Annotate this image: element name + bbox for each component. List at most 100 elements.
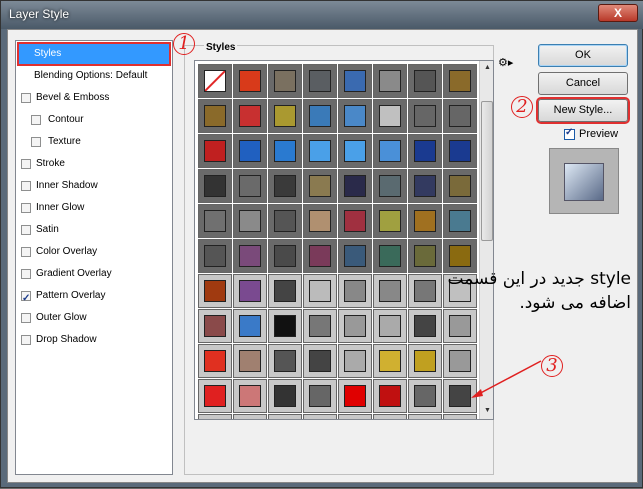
style-swatch[interactable] bbox=[303, 169, 337, 203]
cancel-button[interactable]: Cancel bbox=[538, 72, 628, 95]
preview-checkbox[interactable] bbox=[564, 127, 575, 140]
style-swatch[interactable] bbox=[443, 414, 477, 419]
style-swatch[interactable] bbox=[338, 309, 372, 343]
style-swatch[interactable] bbox=[443, 64, 477, 98]
effect-item-drop-shadow[interactable]: Drop Shadow bbox=[18, 329, 170, 351]
style-swatch[interactable] bbox=[408, 134, 442, 168]
effect-item-blending-options-default[interactable]: Blending Options: Default bbox=[18, 65, 170, 87]
effect-checkbox[interactable] bbox=[21, 159, 31, 169]
scroll-thumb[interactable] bbox=[481, 101, 493, 241]
style-swatch[interactable] bbox=[303, 64, 337, 98]
style-swatch[interactable] bbox=[443, 204, 477, 238]
style-swatch[interactable] bbox=[233, 309, 267, 343]
style-swatch[interactable] bbox=[198, 204, 232, 238]
style-swatch[interactable] bbox=[443, 379, 477, 413]
style-swatch[interactable] bbox=[233, 169, 267, 203]
effect-item-inner-glow[interactable]: Inner Glow bbox=[18, 197, 170, 219]
style-swatch[interactable] bbox=[443, 99, 477, 133]
style-swatch[interactable] bbox=[303, 309, 337, 343]
style-swatch[interactable] bbox=[338, 64, 372, 98]
style-swatch[interactable] bbox=[303, 99, 337, 133]
scroll-down-arrow-icon[interactable]: ▼ bbox=[480, 404, 493, 418]
style-swatch[interactable] bbox=[268, 204, 302, 238]
ok-button[interactable]: OK bbox=[538, 44, 628, 67]
style-swatch[interactable] bbox=[233, 64, 267, 98]
style-swatch[interactable] bbox=[233, 134, 267, 168]
effect-item-inner-shadow[interactable]: Inner Shadow bbox=[18, 175, 170, 197]
style-swatch[interactable] bbox=[373, 274, 407, 308]
style-swatch[interactable] bbox=[268, 309, 302, 343]
effect-item-texture[interactable]: Texture bbox=[18, 131, 170, 153]
effect-checkbox[interactable] bbox=[21, 269, 31, 279]
effect-checkbox[interactable] bbox=[21, 181, 31, 191]
styles-scrollbar[interactable]: ▲ ▼ bbox=[479, 61, 493, 419]
style-swatch[interactable] bbox=[303, 239, 337, 273]
style-swatch[interactable] bbox=[373, 99, 407, 133]
style-swatch[interactable] bbox=[408, 344, 442, 378]
style-swatch[interactable] bbox=[338, 99, 372, 133]
style-swatch[interactable] bbox=[303, 274, 337, 308]
effect-item-color-overlay[interactable]: Color Overlay bbox=[18, 241, 170, 263]
style-swatch[interactable] bbox=[408, 99, 442, 133]
effect-item-styles[interactable]: Styles bbox=[17, 42, 171, 66]
style-swatch[interactable] bbox=[303, 379, 337, 413]
style-swatch[interactable] bbox=[198, 239, 232, 273]
style-swatch[interactable] bbox=[373, 414, 407, 419]
effect-checkbox[interactable] bbox=[31, 115, 41, 125]
effect-checkbox[interactable] bbox=[21, 313, 31, 323]
style-swatch[interactable] bbox=[338, 344, 372, 378]
style-swatch[interactable] bbox=[338, 414, 372, 419]
style-swatch[interactable] bbox=[233, 99, 267, 133]
style-swatch[interactable] bbox=[268, 239, 302, 273]
effect-item-bevel-emboss[interactable]: Bevel & Emboss bbox=[18, 87, 170, 109]
style-swatch[interactable] bbox=[373, 239, 407, 273]
style-swatch[interactable] bbox=[373, 64, 407, 98]
style-swatch[interactable] bbox=[233, 239, 267, 273]
style-swatch[interactable] bbox=[443, 134, 477, 168]
effect-item-contour[interactable]: Contour bbox=[18, 109, 170, 131]
effect-checkbox[interactable] bbox=[21, 247, 31, 257]
style-swatch[interactable] bbox=[373, 344, 407, 378]
style-swatch[interactable] bbox=[408, 64, 442, 98]
style-swatch[interactable] bbox=[198, 169, 232, 203]
style-swatch[interactable] bbox=[268, 64, 302, 98]
style-swatch[interactable] bbox=[408, 169, 442, 203]
style-swatch[interactable] bbox=[233, 204, 267, 238]
effect-checkbox[interactable] bbox=[31, 137, 41, 147]
style-swatch[interactable] bbox=[408, 379, 442, 413]
effect-item-pattern-overlay[interactable]: Pattern Overlay bbox=[18, 285, 170, 310]
style-swatch[interactable] bbox=[268, 414, 302, 419]
style-swatch[interactable] bbox=[373, 309, 407, 343]
style-swatch[interactable] bbox=[303, 134, 337, 168]
style-swatch[interactable] bbox=[373, 379, 407, 413]
gear-icon[interactable]: ⚙▸ bbox=[498, 56, 513, 69]
style-swatch[interactable] bbox=[268, 379, 302, 413]
style-swatch[interactable] bbox=[198, 344, 232, 378]
style-swatch[interactable] bbox=[373, 169, 407, 203]
effect-checkbox[interactable] bbox=[21, 288, 31, 310]
new-style-button[interactable]: New Style... bbox=[536, 97, 630, 124]
style-swatch[interactable] bbox=[338, 379, 372, 413]
style-swatch[interactable] bbox=[443, 344, 477, 378]
style-swatch[interactable] bbox=[303, 344, 337, 378]
style-swatch[interactable] bbox=[303, 414, 337, 419]
style-swatch[interactable] bbox=[338, 274, 372, 308]
style-swatch[interactable] bbox=[198, 134, 232, 168]
style-swatch[interactable] bbox=[268, 134, 302, 168]
style-swatch[interactable] bbox=[198, 274, 232, 308]
scroll-up-arrow-icon[interactable]: ▲ bbox=[480, 61, 493, 75]
style-swatch[interactable] bbox=[373, 204, 407, 238]
style-swatch[interactable] bbox=[268, 99, 302, 133]
close-button[interactable]: X bbox=[598, 4, 638, 22]
style-swatch[interactable] bbox=[338, 169, 372, 203]
effect-item-satin[interactable]: Satin bbox=[18, 219, 170, 241]
style-swatch[interactable] bbox=[268, 344, 302, 378]
style-swatch[interactable] bbox=[408, 204, 442, 238]
effect-item-gradient-overlay[interactable]: Gradient Overlay bbox=[18, 263, 170, 285]
style-swatch[interactable] bbox=[198, 309, 232, 343]
style-swatch[interactable] bbox=[338, 239, 372, 273]
style-swatch[interactable] bbox=[198, 64, 232, 98]
effect-checkbox[interactable] bbox=[21, 93, 31, 103]
style-swatch[interactable] bbox=[268, 274, 302, 308]
effect-checkbox[interactable] bbox=[21, 203, 31, 213]
